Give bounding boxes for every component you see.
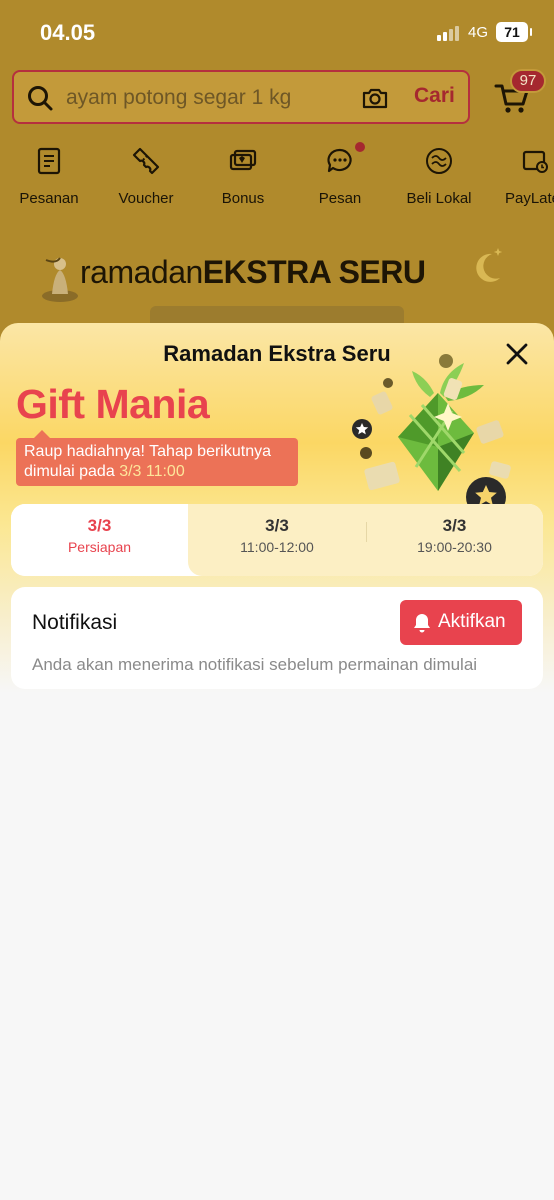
- notification-card: Notifikasi Aktifkan Anda akan menerima n…: [11, 587, 543, 689]
- notification-description: Anda akan menerima notifikasi sebelum pe…: [32, 655, 478, 674]
- next-stage-callout: Raup hadiahnya! Tahap berikutnya dimulai…: [16, 430, 298, 486]
- search-input[interactable]: ayam potong segar 1 kg: [66, 86, 291, 110]
- tab-divider: [366, 522, 367, 542]
- bell-icon: [414, 614, 430, 633]
- background-home-screen: 04.05 4G 71 ayam potong segar 1 kg Cari …: [0, 0, 554, 360]
- beli-lokal-icon: [426, 148, 452, 174]
- gift-mania-title: Gift Mania: [16, 381, 210, 427]
- search-bar[interactable]: ayam potong segar 1 kg Cari: [12, 70, 470, 124]
- notification-dot: [355, 142, 365, 152]
- search-icon: [28, 86, 53, 111]
- cart-badge: 97: [510, 69, 546, 93]
- voucher-icon: [132, 147, 160, 175]
- orders-icon: [37, 147, 61, 175]
- figure-decoration-icon: [42, 257, 78, 302]
- gift-mania-sheet: Ramadan Ekstra Seru Gift Mania Raup hadi…: [0, 323, 554, 1200]
- status-time: 04.05: [40, 20, 96, 45]
- battery-icon: 71: [496, 22, 532, 42]
- enable-notification-button[interactable]: Aktifkan: [400, 600, 522, 645]
- search-button[interactable]: Cari: [414, 84, 455, 108]
- quick-menu-bonus[interactable]: Bonus: [194, 140, 292, 207]
- ramadan-banner-title[interactable]: ramadanEKSTRA SERU: [80, 254, 426, 291]
- paylater-icon: [522, 150, 548, 173]
- bonus-icon: [229, 149, 257, 171]
- signal-icon: [437, 25, 463, 41]
- tab-session-1100[interactable]: 3/3 11:00-12:00: [188, 504, 366, 576]
- notification-title: Notifikasi: [32, 611, 118, 634]
- quick-menu-pesanan[interactable]: Pesanan: [0, 140, 98, 207]
- camera-icon[interactable]: [361, 84, 389, 112]
- quick-menu-beli-lokal[interactable]: Beli Lokal: [390, 140, 488, 207]
- quick-menu-pesan[interactable]: Pesan: [291, 140, 389, 207]
- tab-persiapan[interactable]: 3/3 Persiapan: [11, 504, 188, 576]
- quick-menu-paylater[interactable]: PayLater: [486, 140, 554, 207]
- crescent-moon-icon: [476, 248, 503, 282]
- message-icon: [327, 148, 352, 173]
- quick-menu: Pesanan Voucher Bonus Pesan Beli Lokal P…: [0, 140, 554, 210]
- tab-session-1900[interactable]: 3/3 19:00-20:30: [366, 504, 543, 576]
- network-type: 4G: [468, 24, 489, 41]
- schedule-tabs: 3/3 Persiapan 3/3 11:00-12:00 3/3 19:00-…: [11, 504, 543, 576]
- status-bar: 04.05 4G 71: [0, 0, 554, 64]
- quick-menu-voucher[interactable]: Voucher: [97, 140, 195, 207]
- ketupat-gift-illustration-icon: [352, 354, 511, 513]
